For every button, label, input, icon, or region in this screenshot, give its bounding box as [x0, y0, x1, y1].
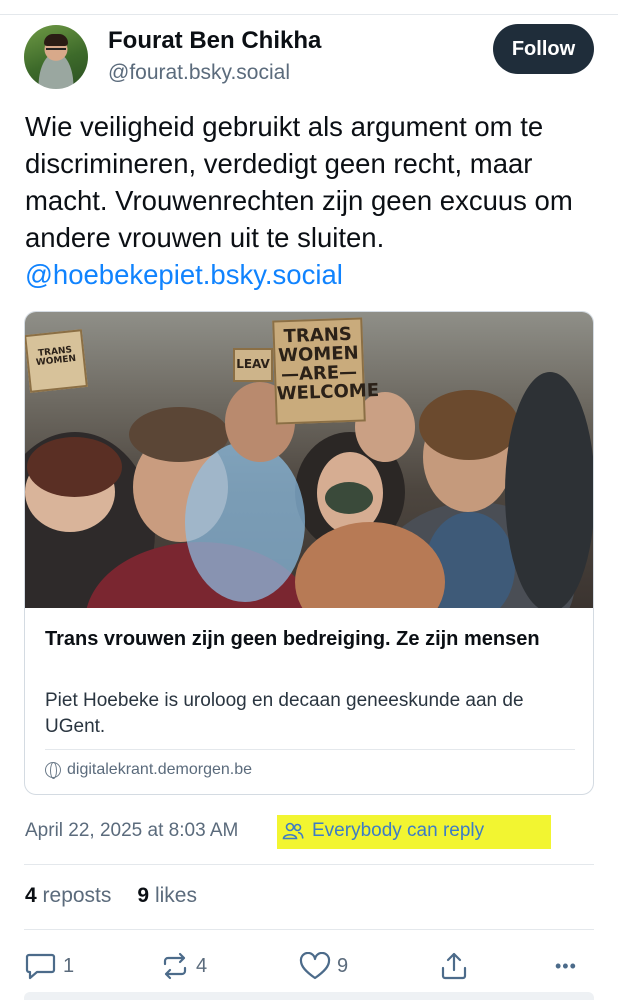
avatar[interactable]: [24, 25, 88, 89]
globe-icon: [45, 762, 61, 779]
more-icon: •••: [555, 955, 577, 976]
reposts-label: reposts: [42, 884, 112, 907]
like-button[interactable]: 9: [299, 951, 348, 981]
stats-divider-top: [24, 864, 594, 865]
card-title[interactable]: Trans vrouwen zijn geen bedreiging. Ze z…: [45, 624, 565, 654]
protest-sign-left: TRANS WOMEN: [25, 329, 88, 393]
likes-label: likes: [154, 884, 197, 907]
reply-count: 1: [63, 954, 75, 977]
reply-setting-label: Everybody can reply: [312, 820, 485, 841]
people-icon: [282, 822, 304, 840]
share-icon: [441, 952, 467, 980]
likes-count: 9: [137, 884, 150, 907]
post-timestamp: April 22, 2025 at 8:03 AM: [25, 820, 239, 841]
stats-divider-bottom: [24, 929, 594, 930]
post-text: Wie veiligheid gebruikt als argument om …: [25, 108, 605, 293]
likes-stat[interactable]: 9 likes: [137, 884, 197, 908]
link-card[interactable]: TRANS WOMEN —ARE— WELCOME TRANS WOMEN LE…: [24, 311, 594, 795]
card-divider: [45, 749, 575, 750]
card-description: Piet Hoebeke is uroloog en decaan genees…: [45, 690, 524, 737]
engagement-stats: 4 reposts 9 likes: [25, 884, 197, 908]
protest-sign-partial-text: LEAV: [236, 357, 270, 371]
avatar-hair: [44, 34, 68, 46]
author-name[interactable]: Fourat Ben Chikha: [108, 27, 321, 55]
top-divider: [0, 14, 618, 15]
reply-icon: [25, 953, 56, 980]
reply-button[interactable]: 1: [25, 951, 74, 981]
post-body: Wie veiligheid gebruikt als argument om …: [25, 111, 573, 253]
card-photo: TRANS WOMEN —ARE— WELCOME TRANS WOMEN LE…: [25, 312, 593, 608]
repost-button[interactable]: 4: [160, 951, 207, 981]
card-domain-row: digitalekrant.demorgen.be: [45, 761, 252, 779]
repost-count: 4: [196, 954, 208, 977]
repost-icon: [163, 952, 187, 980]
reposts-stat[interactable]: 4 reposts: [25, 884, 111, 908]
avatar-glasses: [46, 48, 66, 53]
follow-button[interactable]: Follow: [493, 24, 594, 74]
protest-sign-main: TRANS WOMEN —ARE— WELCOME: [272, 317, 379, 425]
heart-icon: [299, 952, 331, 980]
author-handle[interactable]: @fourat.bsky.social: [108, 61, 290, 85]
reposts-count: 4: [25, 884, 37, 907]
reply-setting[interactable]: Everybody can reply: [282, 820, 484, 842]
next-item-edge: [24, 992, 594, 1000]
more-options-button[interactable]: •••: [555, 951, 577, 981]
protest-sign-left-text: TRANS WOMEN: [35, 345, 77, 369]
share-button[interactable]: [439, 951, 469, 981]
like-count: 9: [337, 954, 349, 977]
card-domain: digitalekrant.demorgen.be: [67, 761, 253, 778]
protest-sign-partial: LEAV: [233, 348, 273, 382]
protest-sign-main-text: TRANS WOMEN —ARE— WELCOME: [276, 323, 380, 405]
mention-link[interactable]: @hoebekepiet.bsky.social: [25, 256, 605, 293]
